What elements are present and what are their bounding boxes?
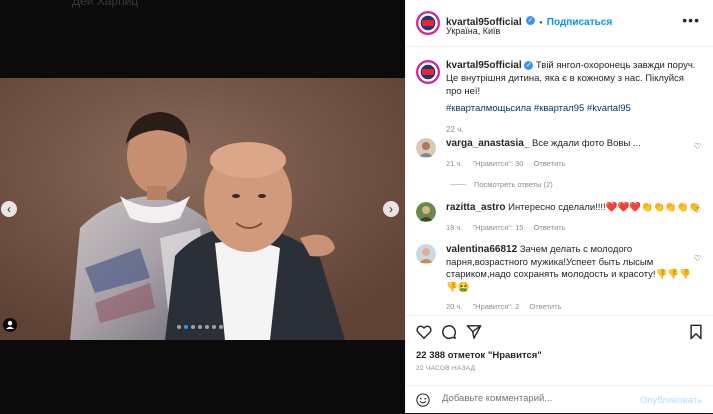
like-comment-icon[interactable]: ♡ xyxy=(694,254,701,263)
slide-dot xyxy=(198,325,202,329)
view-replies-button[interactable]: Посмотреть ответы (2) xyxy=(450,180,701,189)
post-photo xyxy=(0,78,405,340)
user-icon xyxy=(6,321,14,329)
commenter-avatar[interactable] xyxy=(416,244,436,264)
comment-likes[interactable]: "Нравится": 30 xyxy=(473,159,524,168)
post-header: kvartal95official ✓ • Подписаться Україн… xyxy=(406,0,713,47)
publish-button[interactable]: Опубликовать xyxy=(640,395,702,406)
verified-badge-icon: ✓ xyxy=(524,60,534,70)
view-replies-label: Посмотреть ответы (2) xyxy=(474,179,553,189)
comment-input[interactable] xyxy=(440,392,644,405)
comment-time: 21 ч. xyxy=(446,158,463,168)
caption-avatar[interactable] xyxy=(416,60,440,84)
separator: • xyxy=(539,18,543,27)
slide-dot-active xyxy=(184,325,188,329)
comment-meta: 21 ч. "Нравится": 30 Ответить xyxy=(446,159,701,168)
comment-item: valentina66812 Зачем делать с молодого п… xyxy=(416,244,701,311)
verified-badge-icon: ✓ xyxy=(526,16,536,26)
reply-button[interactable]: Ответить xyxy=(534,223,566,232)
comment-meta: 18 ч. "Нравится": 15 Ответить xyxy=(446,223,701,232)
caption-block: kvartal95official ✓ Твій янгол-охоронець… xyxy=(446,59,696,134)
comment-likes[interactable]: "Нравится": 15 xyxy=(473,223,524,232)
comment-icon[interactable] xyxy=(441,324,457,340)
comment-item: varga_anastasia_ Все ждали фото Вовы ...… xyxy=(416,138,701,189)
slide-dot xyxy=(191,325,195,329)
prev-slide-button[interactable]: ‹ xyxy=(1,201,17,217)
comment-meta: 20 ч. "Нравится": 2 Ответить xyxy=(446,302,701,311)
share-icon[interactable] xyxy=(466,324,482,340)
location-link[interactable]: Україна, Київ xyxy=(446,26,500,36)
commenter-avatar[interactable] xyxy=(416,138,436,158)
backdrop-text: Дей Харпиц xyxy=(72,0,139,8)
post-media[interactable]: ‹ › xyxy=(0,78,405,340)
reply-button[interactable]: Ответить xyxy=(534,159,566,168)
slide-indicator xyxy=(177,325,223,329)
more-options-icon[interactable]: ••• xyxy=(682,12,700,28)
commenter-avatar[interactable] xyxy=(416,202,436,222)
slide-dot xyxy=(205,325,209,329)
save-bookmark-icon[interactable] xyxy=(688,324,704,340)
comment-text: Все ждали фото Вовы ... xyxy=(532,138,641,149)
like-comment-icon[interactable]: ♡ xyxy=(694,206,701,215)
post-actions xyxy=(406,315,713,346)
like-heart-icon[interactable] xyxy=(416,324,432,340)
caption-hashtags[interactable]: #кварталмощьсила #квартал95 #kvartal95 xyxy=(446,103,696,114)
slide-dot xyxy=(177,325,181,329)
slide-dot xyxy=(212,325,216,329)
commenter-username[interactable]: razitta_astro xyxy=(446,202,505,213)
caption-username[interactable]: kvartal95official xyxy=(446,60,522,71)
comment-text: Интересно сделали!!!!❤️❤️❤️👏👏👏👏👏 xyxy=(508,202,701,213)
reply-button[interactable]: Ответить xyxy=(529,302,561,311)
author-avatar[interactable] xyxy=(416,11,440,35)
slide-dot xyxy=(219,325,223,329)
likes-count[interactable]: 22 388 отметок "Нравится" xyxy=(416,350,542,361)
comment-item: razitta_astro Интересно сделали!!!!❤️❤️❤… xyxy=(416,202,701,232)
comment-form: Опубликовать xyxy=(406,385,713,414)
tagged-users-button[interactable] xyxy=(3,318,17,332)
comment-likes[interactable]: "Нравится": 2 xyxy=(473,302,520,311)
post-time-ago: 22 ЧАСОВ НАЗАД xyxy=(416,365,476,372)
comment-time: 18 ч. xyxy=(446,222,463,232)
follow-button[interactable]: Подписаться xyxy=(547,17,612,28)
emoji-icon[interactable] xyxy=(416,393,430,407)
commenter-username[interactable]: varga_anastasia_ xyxy=(446,138,529,149)
commenter-username[interactable]: valentina66812 xyxy=(446,244,517,255)
comment-time: 20 ч. xyxy=(446,302,463,311)
post-panel: kvartal95official ✓ • Подписаться Україн… xyxy=(405,0,713,413)
like-comment-icon[interactable]: ♡ xyxy=(694,142,701,151)
caption-time: 22 ч. xyxy=(446,125,464,134)
next-slide-button[interactable]: › xyxy=(383,201,399,217)
